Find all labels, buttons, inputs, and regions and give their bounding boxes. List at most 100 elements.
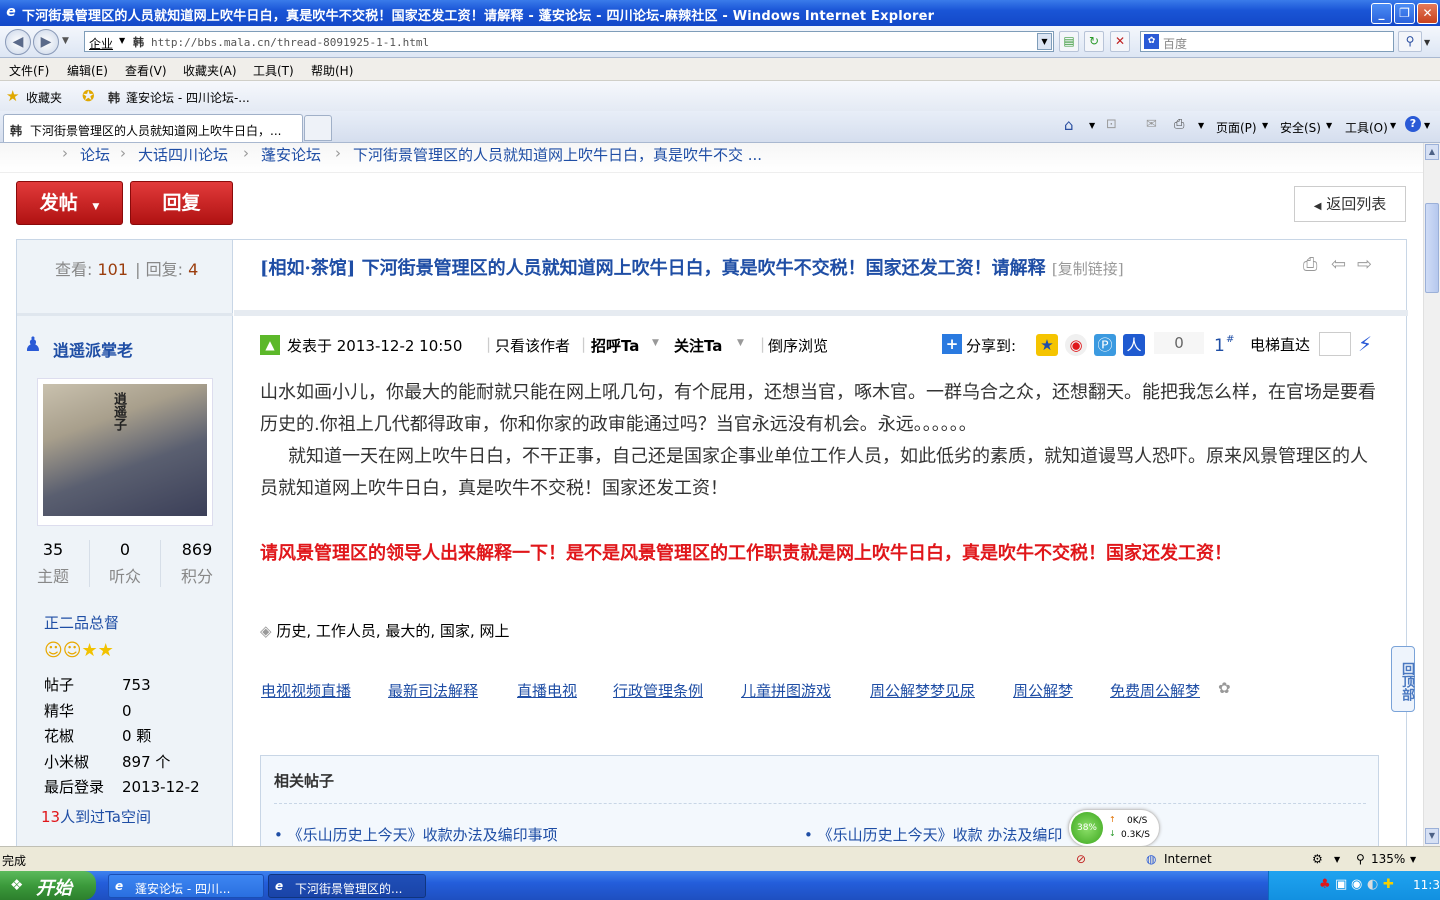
zoom-dropdown-icon[interactable]: ▼ xyxy=(1410,855,1416,864)
forward-arrow-icon[interactable]: ▶ xyxy=(33,29,59,55)
tab-current[interactable]: 韩 下河街景管理区的人员就知道网上吹牛日白，... xyxy=(3,114,303,142)
reply-button[interactable]: 回复 xyxy=(130,181,233,225)
breadcrumb-sichuan[interactable]: 大话四川论坛 xyxy=(138,144,228,165)
refresh-icon[interactable]: ↻ xyxy=(1084,31,1104,52)
points-count[interactable]: 869 xyxy=(161,540,233,559)
qq-icon[interactable]: ♣ xyxy=(1319,877,1331,892)
back-arrow-icon[interactable]: ◀ xyxy=(5,29,31,55)
ad-link[interactable]: 儿童拼图游戏 xyxy=(741,680,831,701)
menu-edit[interactable]: 编辑(E) xyxy=(67,62,108,79)
vertical-scrollbar[interactable]: ▲ ▼ xyxy=(1423,143,1440,846)
back-to-list-button[interactable]: ◀ 返回列表 xyxy=(1294,186,1406,222)
feeds-icon[interactable]: ⊡ xyxy=(1106,117,1117,132)
greet-link[interactable]: 招呼Ta xyxy=(591,335,639,356)
menu-tools[interactable]: 工具(T) xyxy=(253,62,294,79)
network-speed-widget[interactable]: 38% ↑ 0K/S ↓ 0.3K/S xyxy=(1068,809,1160,846)
breadcrumb-pengan[interactable]: 蓬安论坛 xyxy=(261,144,321,165)
home-icon[interactable]: ⌂ xyxy=(1064,116,1074,134)
author-name[interactable]: 逍遥派掌老 xyxy=(53,337,133,361)
space-visitors[interactable]: 13人到过Ta空间 xyxy=(41,806,151,827)
author-rank[interactable]: 正二品总督 xyxy=(44,612,119,633)
next-thread-icon[interactable]: ⇨ xyxy=(1357,254,1372,275)
ad-link[interactable]: 电视视频直播 xyxy=(261,680,351,701)
help-dropdown-icon[interactable]: ▼ xyxy=(1424,121,1430,130)
copy-link[interactable]: [复制链接] xyxy=(1052,260,1124,278)
ad-link[interactable]: 周公解梦梦见尿 xyxy=(870,680,975,701)
zoom-icon[interactable]: ⚲ xyxy=(1356,852,1365,866)
zone-dropdown-icon[interactable]: ▼ xyxy=(119,36,125,45)
menu-file[interactable]: 文件(F) xyxy=(9,62,49,79)
favorites-button[interactable]: 收藏夹 xyxy=(26,89,62,106)
favorite-link[interactable]: 蓬安论坛 - 四川论坛-... xyxy=(126,89,250,106)
new-post-button[interactable]: 发帖 ▼ xyxy=(16,181,123,225)
renren-icon[interactable]: 人 xyxy=(1123,334,1145,356)
start-button[interactable]: ❖ 开始 xyxy=(0,871,96,900)
history-dropdown-icon[interactable]: ▼ xyxy=(62,36,69,46)
search-options-dropdown-icon[interactable]: ▼ xyxy=(1424,38,1430,47)
address-field[interactable]: 企业 ▼ 韩 http://bbs.mala.cn/thread-8091925… xyxy=(84,31,1054,52)
print-dropdown-icon[interactable]: ▼ xyxy=(1198,121,1204,130)
only-author-link[interactable]: 只看该作者 xyxy=(495,335,570,356)
safety-dropdown-icon[interactable]: ▼ xyxy=(1326,121,1332,130)
update-icon[interactable]: ✚ xyxy=(1383,877,1394,892)
zone-label[interactable]: 企业 xyxy=(89,35,113,52)
protected-dropdown-icon[interactable]: ▼ xyxy=(1334,855,1340,864)
breadcrumb-thread[interactable]: 下河街景管理区的人员就知道网上吹牛日白，真是吹牛不交 ... xyxy=(353,144,762,165)
help-icon[interactable]: ? xyxy=(1405,116,1421,132)
menu-favorites[interactable]: 收藏夹(A) xyxy=(183,62,237,79)
page-dropdown-icon[interactable]: ▼ xyxy=(1262,121,1268,130)
mail-icon[interactable]: ✉ xyxy=(1146,117,1157,132)
elevator-go-icon[interactable]: ⚡ xyxy=(1358,332,1372,356)
stop-icon[interactable]: ✕ xyxy=(1110,31,1130,52)
menu-help[interactable]: 帮助(H) xyxy=(311,62,353,79)
greet-dropdown-icon[interactable]: ▼ xyxy=(652,338,659,348)
print-icon[interactable]: ⎙ xyxy=(1174,117,1184,132)
post-category[interactable]: [相如·茶馆] xyxy=(260,258,355,279)
safety-menu[interactable]: 安全(S) xyxy=(1280,119,1321,136)
scroll-up-icon[interactable]: ▲ xyxy=(1425,144,1439,160)
tencent-weibo-icon[interactable]: Ⓟ xyxy=(1094,334,1116,356)
address-dropdown-icon[interactable]: ▼ xyxy=(1037,33,1052,50)
follow-dropdown-icon[interactable]: ▼ xyxy=(737,338,744,348)
protected-mode-icon[interactable]: ⚙ xyxy=(1312,852,1323,866)
ad-link[interactable]: 最新司法解释 xyxy=(388,680,478,701)
ad-link[interactable]: 免费周公解梦 xyxy=(1110,680,1200,701)
back-to-top-button[interactable]: 回顶部 xyxy=(1391,646,1415,712)
favorites-star-icon[interactable]: ★ xyxy=(6,87,19,105)
ad-link[interactable]: 直播电视 xyxy=(517,680,577,701)
zoom-level[interactable]: 135% xyxy=(1371,852,1405,866)
reverse-view-link[interactable]: 倒序浏览 xyxy=(768,335,828,356)
clock[interactable]: 11:32 xyxy=(1413,878,1440,892)
topics-count[interactable]: 35 xyxy=(17,540,89,559)
weibo-icon[interactable]: ◉ xyxy=(1065,334,1087,356)
print-page-icon[interactable]: ⎙ xyxy=(1303,254,1317,275)
tags-text[interactable]: 历史, 工作人员, 最大的, 国家, 网上 xyxy=(276,622,509,640)
close-button[interactable]: ✕ xyxy=(1417,3,1438,24)
new-tab-button[interactable] xyxy=(304,115,332,141)
popup-blocked-icon[interactable]: ⊘ xyxy=(1076,852,1086,866)
search-go-icon[interactable]: ⚲ xyxy=(1398,31,1422,52)
network-icon[interactable]: ▣ xyxy=(1335,877,1347,892)
follow-link[interactable]: 关注Ta xyxy=(674,335,722,356)
search-input[interactable]: ✿ 百度 xyxy=(1140,31,1394,52)
taskbar-item-thread[interactable]: e 下河街景管理区的... xyxy=(268,874,426,898)
share-plus-icon[interactable]: + xyxy=(942,334,962,354)
minimize-button[interactable]: _ xyxy=(1371,3,1392,24)
url-text[interactable]: http://bbs.mala.cn/thread-8091925-1-1.ht… xyxy=(151,36,429,49)
volume-icon[interactable]: ◉ xyxy=(1351,877,1362,892)
share-label[interactable]: 分享到: xyxy=(966,335,1016,356)
menu-view[interactable]: 查看(V) xyxy=(125,62,167,79)
page-menu[interactable]: 页面(P) xyxy=(1216,119,1257,136)
breadcrumb-forum[interactable]: 论坛 xyxy=(80,144,110,165)
avatar[interactable]: 逍遥子 xyxy=(37,378,213,526)
security-icon[interactable]: ◐ xyxy=(1367,877,1378,892)
ad-link[interactable]: 行政管理条例 xyxy=(613,680,703,701)
home-dropdown-icon[interactable]: ▼ xyxy=(1089,121,1095,130)
related-item[interactable]: • 《乐山历史上今天》收款办法及编印事项 xyxy=(274,824,558,845)
scroll-thumb[interactable] xyxy=(1425,203,1439,293)
listeners-count[interactable]: 0 xyxy=(90,540,160,559)
elevator-input[interactable] xyxy=(1319,332,1351,356)
tools-dropdown-icon[interactable]: ▼ xyxy=(1390,121,1396,130)
add-favorite-icon[interactable]: ✪ xyxy=(82,87,95,105)
taskbar-item-pengan[interactable]: e 蓬安论坛 - 四川... xyxy=(108,874,264,898)
